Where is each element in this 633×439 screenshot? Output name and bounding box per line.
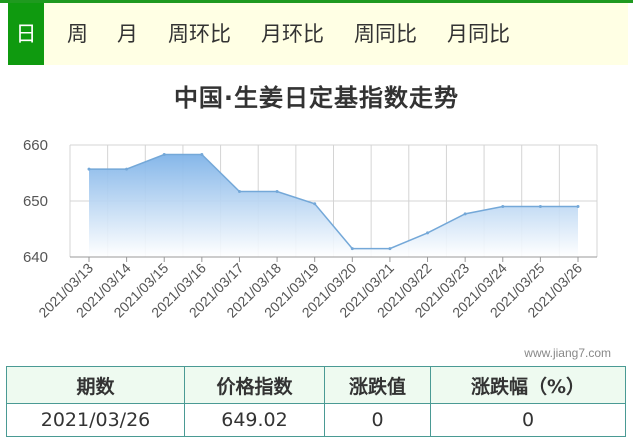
index-trend-chart: 6406506602021/03/132021/03/142021/03/152… [23, 137, 598, 321]
data-point [426, 231, 430, 235]
data-point [538, 204, 542, 208]
y-tick-label: 660 [23, 137, 48, 154]
data-point [87, 167, 91, 171]
summary-table: 期数 价格指数 涨跌值 涨跌幅（%） 2021/03/26 649.02 0 0 [6, 366, 626, 437]
tab-week-year-on-year[interactable]: 周同比 [354, 3, 417, 65]
cell-change-value: 0 [324, 403, 431, 437]
header-price-index: 价格指数 [184, 366, 325, 404]
chart-title: 中国·生姜日定基指数走势 [173, 84, 460, 112]
table-row: 2021/03/26 649.02 0 0 [6, 403, 626, 437]
y-tick-label: 650 [23, 193, 48, 210]
header-period: 期数 [6, 366, 185, 404]
cell-price-index: 649.02 [184, 403, 325, 437]
tab-week[interactable]: 周 [67, 3, 88, 65]
data-point [576, 204, 580, 208]
watermark: www.jiang7.com [524, 346, 611, 360]
tab-week-on-week[interactable]: 周环比 [168, 3, 231, 65]
header-change-value: 涨跌值 [324, 366, 431, 404]
tab-month-year-on-year[interactable]: 月同比 [447, 3, 510, 65]
data-point [125, 167, 129, 171]
data-point [388, 247, 392, 251]
data-point [463, 212, 467, 216]
period-tabs: 日 周 月 周环比 月环比 周同比 月同比 [8, 3, 628, 65]
tab-month-on-month[interactable]: 月环比 [261, 3, 324, 65]
header-change-rate: 涨跌幅（%） [430, 366, 626, 404]
data-point [200, 153, 204, 157]
data-point [275, 189, 279, 193]
cell-change-rate: 0 [430, 403, 626, 437]
data-point [237, 189, 241, 193]
tab-day[interactable]: 日 [8, 3, 44, 65]
table-header-row: 期数 价格指数 涨跌值 涨跌幅（%） [6, 366, 626, 404]
data-point [501, 204, 505, 208]
y-tick-label: 640 [23, 249, 48, 266]
tab-month[interactable]: 月 [117, 3, 138, 65]
cell-period: 2021/03/26 [6, 403, 185, 437]
data-point [162, 153, 166, 157]
data-point [313, 202, 317, 206]
data-point [350, 247, 354, 251]
